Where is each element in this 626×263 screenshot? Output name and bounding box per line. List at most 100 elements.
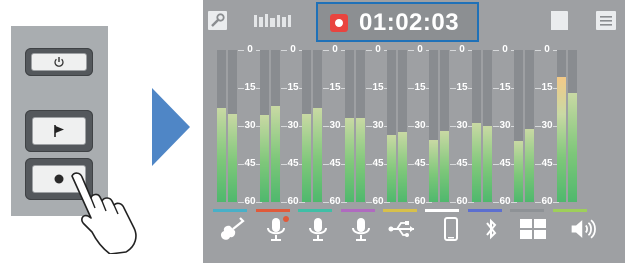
meter-scale-tick — [535, 202, 541, 203]
guitar-icon[interactable] — [217, 214, 247, 244]
meter-scale-tick — [493, 202, 499, 203]
meter-scale-tick — [281, 88, 287, 89]
meter-level — [271, 106, 280, 202]
meter-bar — [557, 50, 566, 202]
meter-level — [217, 108, 226, 202]
channel-color-line — [468, 209, 502, 212]
meter-scale-tick — [493, 126, 499, 127]
meter-scale-tick — [450, 202, 456, 203]
meter-scale-tick — [511, 202, 517, 203]
meter-bar — [356, 50, 365, 202]
meter-scale-tick — [281, 126, 287, 127]
meter-scale-tick — [366, 126, 372, 127]
meter-scale-tick — [535, 126, 541, 127]
meter-bar — [472, 50, 481, 202]
meter-scale-tick — [281, 50, 287, 51]
meter-scale-tick — [535, 88, 541, 89]
meter-scale-tick — [450, 50, 456, 51]
power-icon — [25, 48, 93, 76]
meter-scale-tick — [384, 202, 390, 203]
meter-scale-tick — [450, 164, 456, 165]
sd-card-icon[interactable] — [551, 11, 568, 30]
channel-color-line — [341, 209, 375, 212]
meter-bar — [568, 50, 577, 202]
meter-bar — [228, 50, 237, 202]
meter-scale-tick — [238, 126, 244, 127]
mic-icon[interactable] — [303, 214, 333, 244]
speaker-icon[interactable] — [569, 214, 599, 244]
pressing-hand-icon — [71, 172, 137, 254]
wrench-icon[interactable] — [208, 11, 227, 30]
channel-color-line — [510, 209, 544, 212]
meter-scale-tick — [468, 202, 474, 203]
meter-scale-tick — [450, 126, 456, 127]
meter-scale-tick — [366, 202, 372, 203]
meter-scale-tick — [535, 164, 541, 165]
channel-color-line — [256, 209, 290, 212]
recording-timer: 01:02:03 — [359, 9, 460, 36]
meter-scale-tick — [493, 164, 499, 165]
marker-button[interactable] — [25, 110, 93, 152]
meter-scale-tick — [323, 126, 329, 127]
meter-scale-tick — [450, 88, 456, 89]
meter-level — [345, 118, 354, 202]
meter-bar — [302, 50, 311, 202]
meter-bar — [217, 50, 226, 202]
meter-scale-tick — [535, 50, 541, 51]
meter-scale-tick — [323, 50, 329, 51]
channel-color-line — [553, 209, 587, 212]
bluetooth-icon[interactable] — [476, 214, 506, 244]
meter-scale-tick — [238, 88, 244, 89]
meter-bar — [387, 50, 396, 202]
meter-scale-tick — [493, 50, 499, 51]
meter-bar — [483, 50, 492, 202]
meter-level — [525, 129, 534, 202]
meter-level — [260, 115, 269, 202]
meter-bar — [271, 50, 280, 202]
meter-scale-tick — [493, 88, 499, 89]
meter-bar — [514, 50, 523, 202]
mic-icon[interactable] — [346, 214, 376, 244]
meter-scale-tick — [366, 164, 372, 165]
usb-icon[interactable] — [387, 214, 417, 244]
mic-icon[interactable] — [261, 214, 291, 244]
meter-bar — [313, 50, 322, 202]
meter-bar — [429, 50, 438, 202]
menu-icon[interactable] — [596, 11, 616, 30]
meter-scale-tick — [299, 202, 305, 203]
meter-scale-tick — [366, 50, 372, 51]
meter-level — [302, 114, 311, 202]
meter-level — [483, 126, 492, 202]
meter-scale-tick — [281, 202, 287, 203]
flag-icon — [25, 110, 93, 152]
meter-bar — [525, 50, 534, 202]
phone-icon[interactable] — [436, 214, 466, 244]
meter-level — [313, 108, 322, 202]
meter-scale-tick — [281, 164, 287, 165]
meter-level — [472, 123, 481, 202]
channel-color-line — [383, 209, 417, 212]
meter-scale-tick — [238, 50, 244, 51]
power-button[interactable] — [25, 48, 93, 76]
meter-level — [429, 140, 438, 202]
channel-color-line — [298, 209, 332, 212]
meter-scale-tick — [426, 202, 432, 203]
meter-scale-tick — [553, 202, 559, 203]
meter-scale-tick — [323, 202, 329, 203]
recording-timer-box: 01:02:03 — [316, 2, 479, 42]
meter-scale-tick — [341, 202, 347, 203]
meter-bar — [260, 50, 269, 202]
meter-level — [440, 131, 449, 202]
meter-scale-tick — [408, 88, 414, 89]
meter-scale-tick — [408, 164, 414, 165]
meter-scale-tick — [256, 202, 262, 203]
channel-color-line — [213, 209, 247, 212]
meter-scale-tick — [408, 202, 414, 203]
meter-scale-tick — [408, 126, 414, 127]
top-bar: 01:02:03 — [203, 0, 625, 42]
grid-icon[interactable] — [518, 214, 548, 244]
meter-bar — [398, 50, 407, 202]
meter-scale-tick — [366, 88, 372, 89]
meter-level — [398, 132, 407, 202]
meter-scale-tick — [238, 164, 244, 165]
